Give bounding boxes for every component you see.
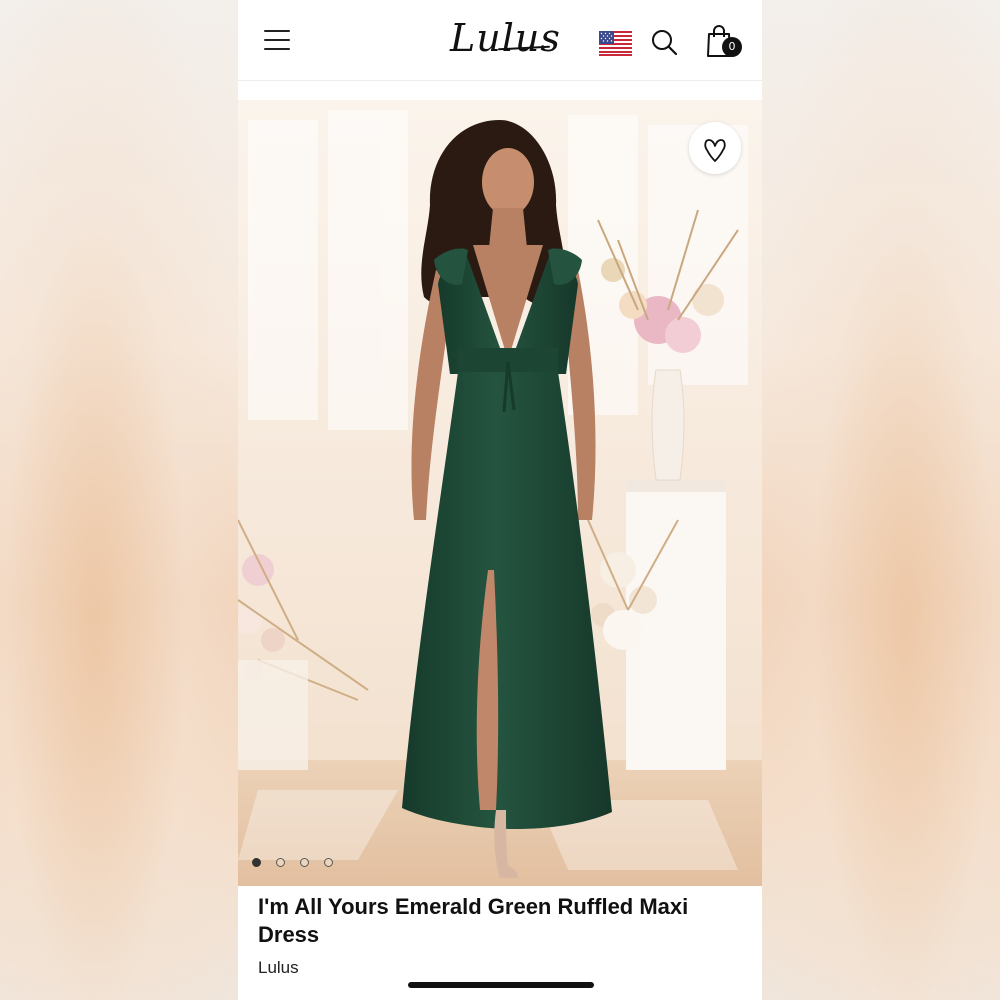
product-title: I'm All Yours Emerald Green Ruffled Maxi…	[258, 894, 689, 947]
search-icon[interactable]	[650, 28, 678, 56]
backdrop-left	[0, 0, 238, 1000]
phone-screen: Lulus 0 I'm All Yours Emerald Green Ruff…	[238, 0, 762, 1000]
gallery-dot[interactable]	[324, 858, 333, 867]
product-photo	[238, 100, 762, 886]
cart-count-badge: 0	[722, 37, 742, 57]
product-brand-link[interactable]: Lulus	[258, 958, 299, 978]
us-flag-icon[interactable]	[599, 31, 632, 56]
backdrop-right	[762, 0, 1000, 1000]
site-logo[interactable]: Lulus	[450, 14, 561, 62]
home-indicator[interactable]	[408, 982, 594, 988]
gallery-dot[interactable]	[300, 858, 309, 867]
site-header: Lulus 0	[238, 0, 762, 81]
gallery-dot[interactable]	[276, 858, 285, 867]
heart-icon[interactable]	[689, 122, 741, 174]
product-image-gallery[interactable]	[238, 100, 762, 886]
gallery-dot[interactable]	[252, 858, 261, 867]
hamburger-menu-icon[interactable]	[264, 30, 292, 52]
